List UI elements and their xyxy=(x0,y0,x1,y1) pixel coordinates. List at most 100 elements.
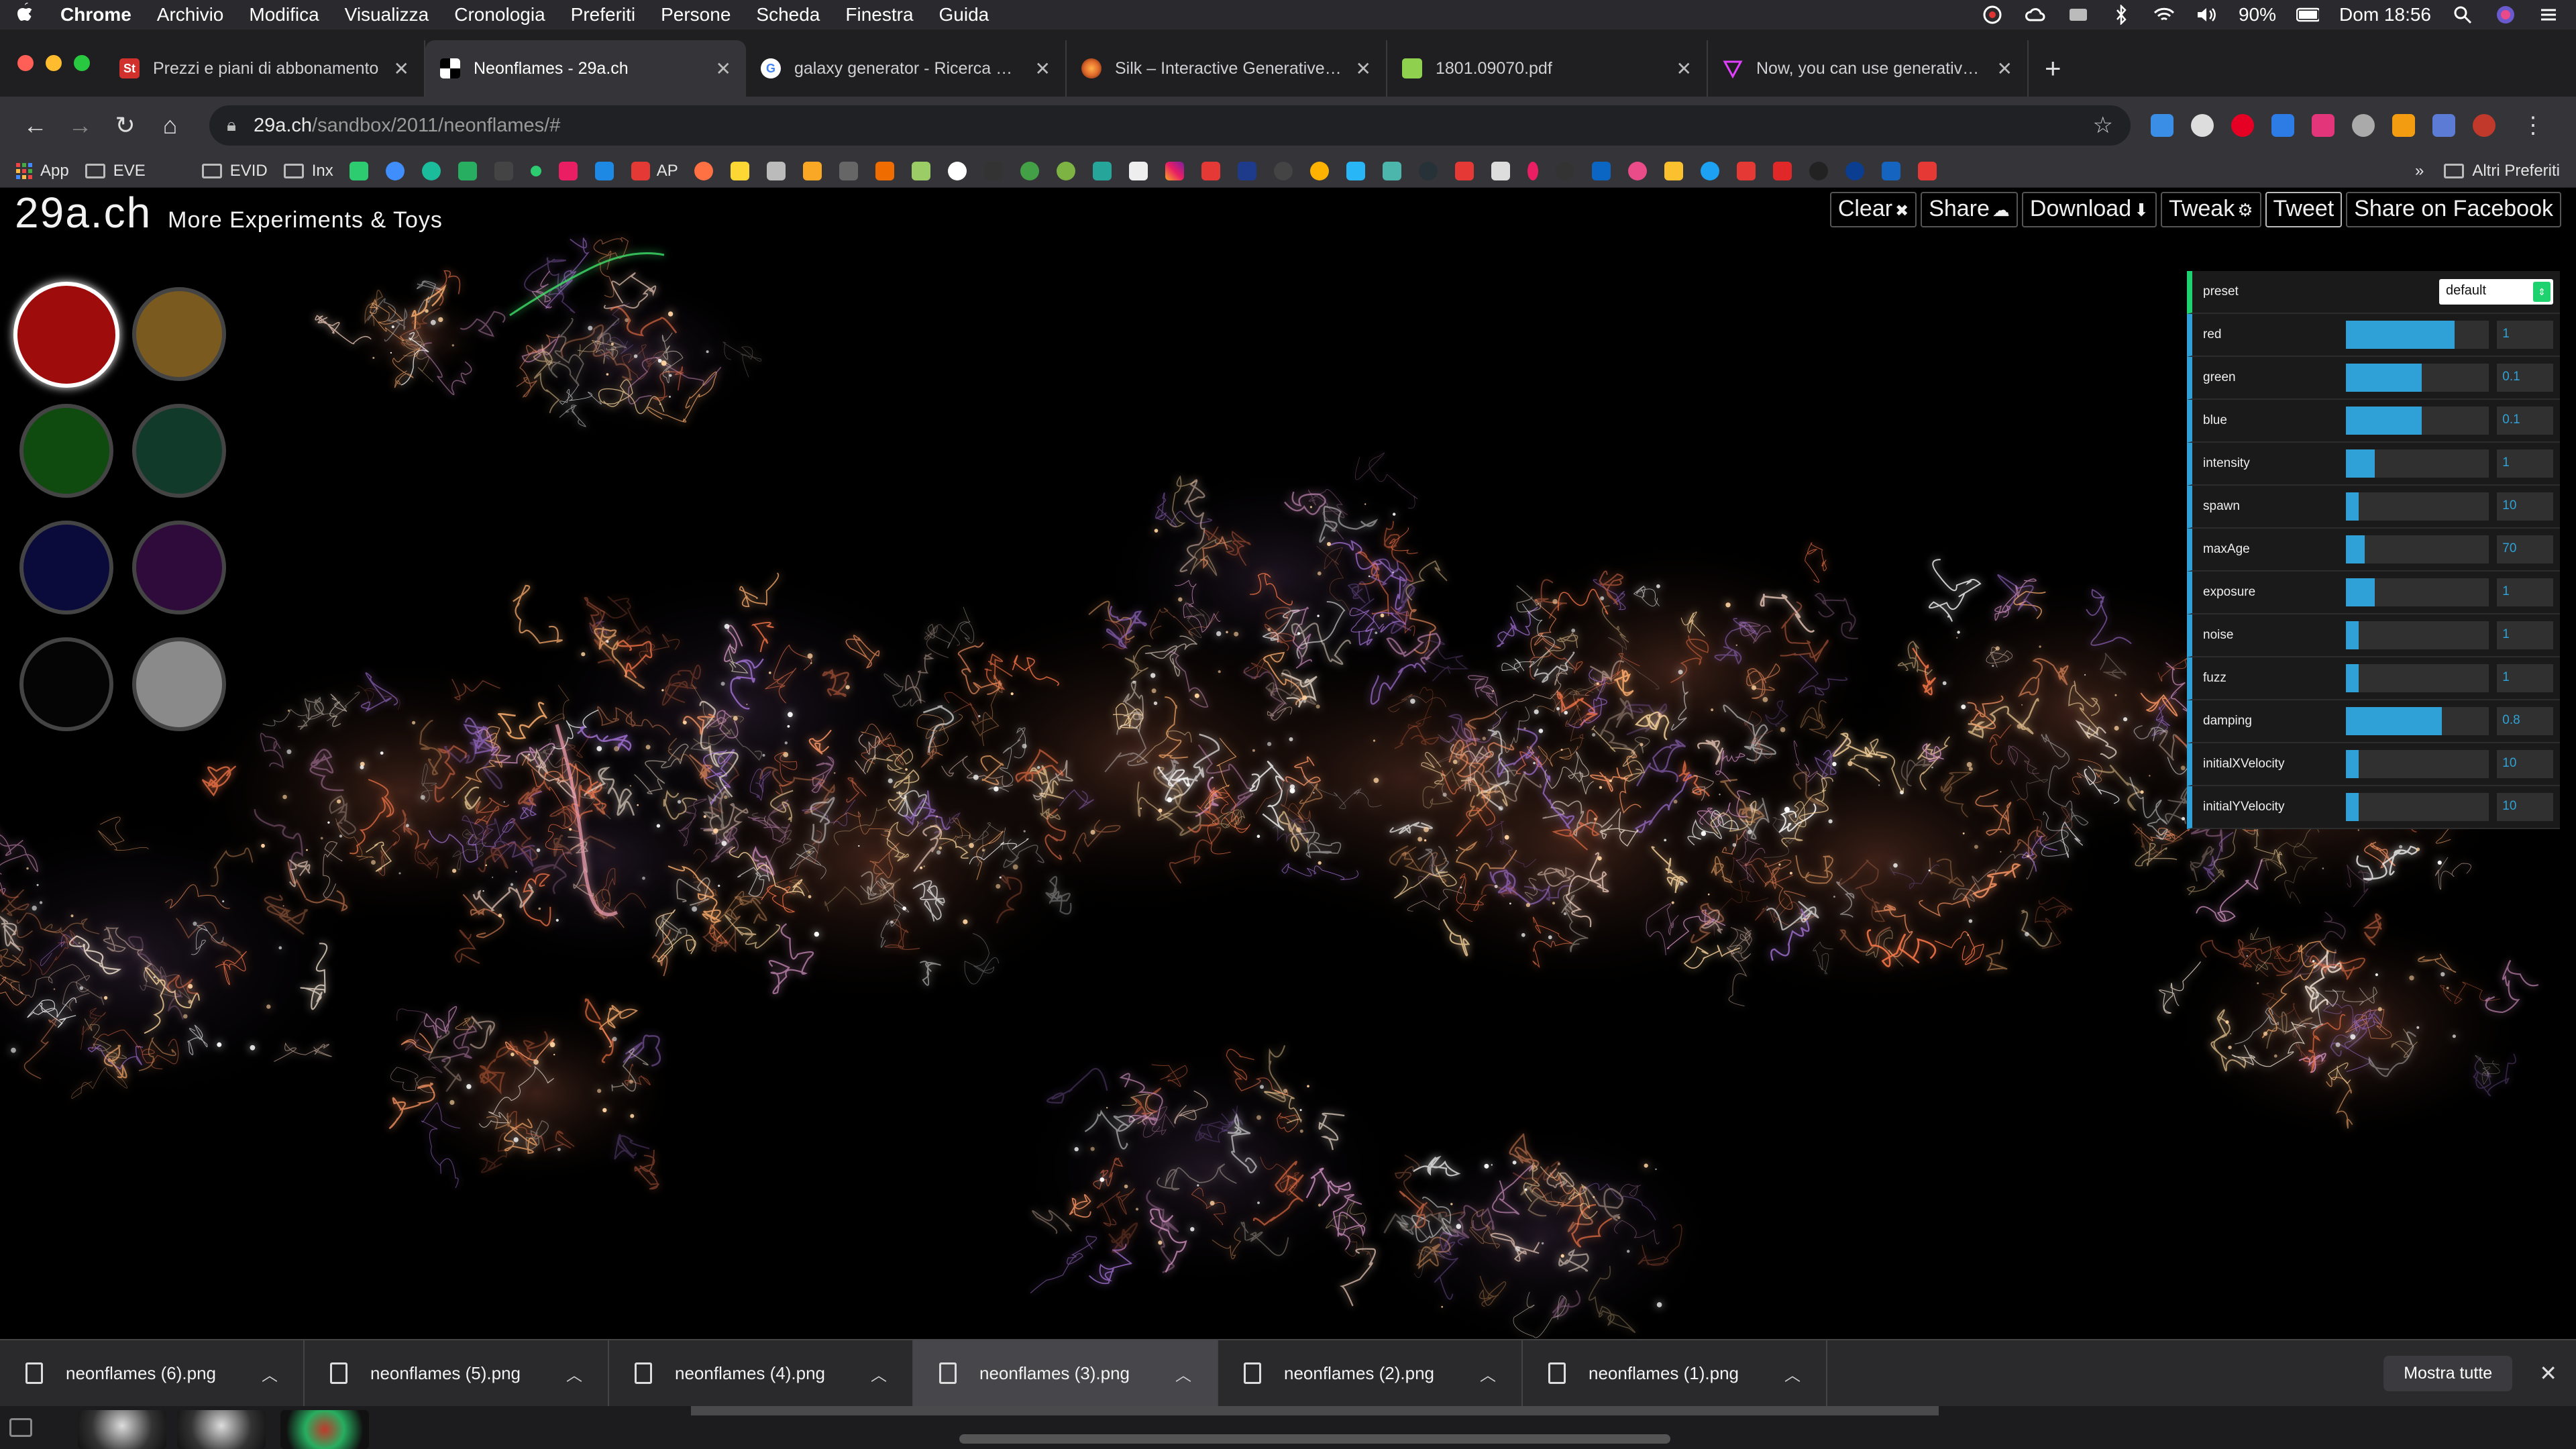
download-item[interactable]: neonflames (6).png ︿ xyxy=(0,1340,305,1407)
initialYVelocity-value-input[interactable]: 10 xyxy=(2497,793,2553,821)
bookmark-icon[interactable] xyxy=(1056,161,1075,180)
tab-prezzi[interactable]: St Prezzi e piani di abbonamento ✕ xyxy=(105,40,425,97)
bookmark-icon[interactable] xyxy=(1273,161,1293,180)
bookmark-icon[interactable] xyxy=(1454,161,1474,180)
chevron-up-icon[interactable]: ︿ xyxy=(262,1362,278,1385)
more-experiments-link[interactable]: More Experiments & Toys xyxy=(168,207,443,233)
noise-value-input[interactable]: 1 xyxy=(2497,621,2553,649)
menu-scheda[interactable]: Scheda xyxy=(756,4,820,25)
bookmark-icon[interactable] xyxy=(530,165,541,176)
menu-visualizza[interactable]: Visualizza xyxy=(345,4,429,25)
chevron-up-icon[interactable]: ︿ xyxy=(1175,1362,1191,1385)
creative-cloud-icon[interactable] xyxy=(1981,5,2004,24)
bookmark-ap[interactable]: AP xyxy=(631,161,678,180)
bookmark-icon[interactable] xyxy=(730,161,749,180)
bookmark-icon[interactable] xyxy=(1845,161,1864,180)
menu-cronologia[interactable]: Cronologia xyxy=(454,4,545,25)
share-facebook-button[interactable]: Share on Facebook xyxy=(2346,192,2561,227)
bookmark-icon[interactable] xyxy=(1491,161,1510,180)
bookmark-icon[interactable] xyxy=(766,161,786,180)
bookmark-icon[interactable] xyxy=(1917,161,1937,180)
bookmark-icon[interactable] xyxy=(1809,161,1828,180)
menu-archivio[interactable]: Archivio xyxy=(157,4,224,25)
bookmark-icon[interactable] xyxy=(1309,161,1329,180)
extension-icon[interactable] xyxy=(2311,114,2334,137)
bookmark-icon[interactable] xyxy=(1418,161,1438,180)
damping-slider[interactable] xyxy=(2346,707,2489,735)
linkedin-icon[interactable] xyxy=(1591,161,1611,180)
download-item[interactable]: neonflames (5).png ︿ xyxy=(305,1340,609,1407)
blue-value-input[interactable]: 0.1 xyxy=(2497,407,2553,435)
bookmark-icon[interactable] xyxy=(1237,161,1256,180)
bookmark-icon[interactable] xyxy=(839,161,858,180)
bookmark-icon[interactable] xyxy=(594,161,614,180)
apple-menu-icon[interactable] xyxy=(16,2,34,28)
color-swatch-gray[interactable] xyxy=(132,637,226,731)
bookmark-icon[interactable] xyxy=(1555,161,1574,180)
download-button[interactable]: Download ⬇ xyxy=(2021,192,2157,227)
back-arrow-icon[interactable]: ← xyxy=(16,111,54,140)
color-swatch-green[interactable] xyxy=(19,404,113,498)
download-item[interactable]: neonflames (1).png ︿ xyxy=(1523,1340,1827,1407)
bookmark-icon[interactable] xyxy=(1128,161,1148,180)
extension-icon[interactable] xyxy=(2150,114,2174,137)
chevron-up-icon[interactable]: ︿ xyxy=(1480,1362,1496,1385)
initialXVelocity-value-input[interactable]: 10 xyxy=(2497,750,2553,778)
initialYVelocity-slider[interactable] xyxy=(2346,793,2489,821)
noise-slider[interactable] xyxy=(2346,621,2489,649)
chevron-up-icon[interactable]: ︿ xyxy=(871,1362,887,1385)
minimize-window-button[interactable] xyxy=(46,55,62,71)
bluetooth-icon[interactable] xyxy=(2110,5,2133,25)
fuzz-value-input[interactable]: 1 xyxy=(2497,664,2553,692)
bookmark-apps[interactable]: App xyxy=(16,162,69,180)
download-item[interactable]: neonflames (2).png ︿ xyxy=(1218,1340,1523,1407)
green-slider[interactable] xyxy=(2346,364,2489,392)
close-shelf-icon[interactable]: ✕ xyxy=(2539,1360,2557,1386)
new-tab-button[interactable]: + xyxy=(2029,40,2078,97)
color-swatch-purple[interactable] xyxy=(132,521,226,614)
bookmark-icon[interactable] xyxy=(494,161,513,180)
download-item[interactable]: neonflames (3).png ︿ xyxy=(914,1340,1218,1407)
show-all-button[interactable]: Mostra tutte xyxy=(2383,1355,2513,1391)
bookmark-icon[interactable] xyxy=(421,161,441,180)
menu-chrome[interactable]: Chrome xyxy=(60,4,131,25)
bookmark-icon[interactable] xyxy=(1382,161,1401,180)
bookmark-icon[interactable] xyxy=(1201,161,1220,180)
chrome-menu-icon[interactable]: ⋮ xyxy=(2513,112,2553,139)
chevron-up-icon[interactable]: ︿ xyxy=(1784,1362,1801,1385)
image-thumbnail[interactable] xyxy=(177,1410,266,1449)
forward-arrow-icon[interactable]: → xyxy=(61,111,99,140)
site-logo[interactable]: 29a.ch More Experiments & Toys xyxy=(15,188,443,237)
bookmark-other-folder[interactable]: Altri Preferiti xyxy=(2444,162,2560,180)
color-swatch-teal[interactable] xyxy=(132,404,226,498)
bookmark-icon[interactable] xyxy=(1881,161,1900,180)
bookmark-icon[interactable] xyxy=(1527,161,1538,180)
bookmark-icon[interactable] xyxy=(385,161,405,180)
fuzz-slider[interactable] xyxy=(2346,664,2489,692)
intensity-value-input[interactable]: 1 xyxy=(2497,449,2553,478)
red-value-input[interactable]: 1 xyxy=(2497,321,2553,349)
profile-avatar-icon[interactable] xyxy=(2472,114,2496,137)
color-swatch-black[interactable] xyxy=(19,637,113,731)
tab-neonflames[interactable]: Neonflames - 29a.ch ✕ xyxy=(425,40,746,97)
tab-galaxy-generator[interactable]: G galaxy generator - Ricerca Goo ✕ xyxy=(746,40,1067,97)
bookmark-icon[interactable] xyxy=(911,161,930,180)
battery-icon[interactable] xyxy=(2296,5,2320,24)
tweet-button[interactable]: Tweet xyxy=(2265,192,2343,227)
extension-icon[interactable] xyxy=(2432,114,2455,137)
bookmark-icon[interactable] xyxy=(1346,161,1365,180)
tab-close-icon[interactable]: ✕ xyxy=(1035,58,1051,80)
spawn-slider[interactable] xyxy=(2346,492,2489,521)
tweak-button[interactable]: Tweak ⚙ xyxy=(2160,192,2261,227)
extension-icon[interactable] xyxy=(2190,114,2214,137)
bookmarks-overflow-chevron[interactable]: » xyxy=(2415,162,2424,180)
tab-close-icon[interactable]: ✕ xyxy=(1997,58,2012,80)
clear-button[interactable]: Clear ✖ xyxy=(1829,192,1917,227)
download-item[interactable]: neonflames (4).png ︿ xyxy=(609,1340,914,1407)
share-button[interactable]: Share ☁ xyxy=(1921,192,2018,227)
maxAge-value-input[interactable]: 70 xyxy=(2497,535,2553,564)
initialXVelocity-slider[interactable] xyxy=(2346,750,2489,778)
bookmark-icon[interactable] xyxy=(802,161,822,180)
bookmark-icon[interactable] xyxy=(875,161,894,180)
bookmark-icon[interactable] xyxy=(458,161,477,180)
